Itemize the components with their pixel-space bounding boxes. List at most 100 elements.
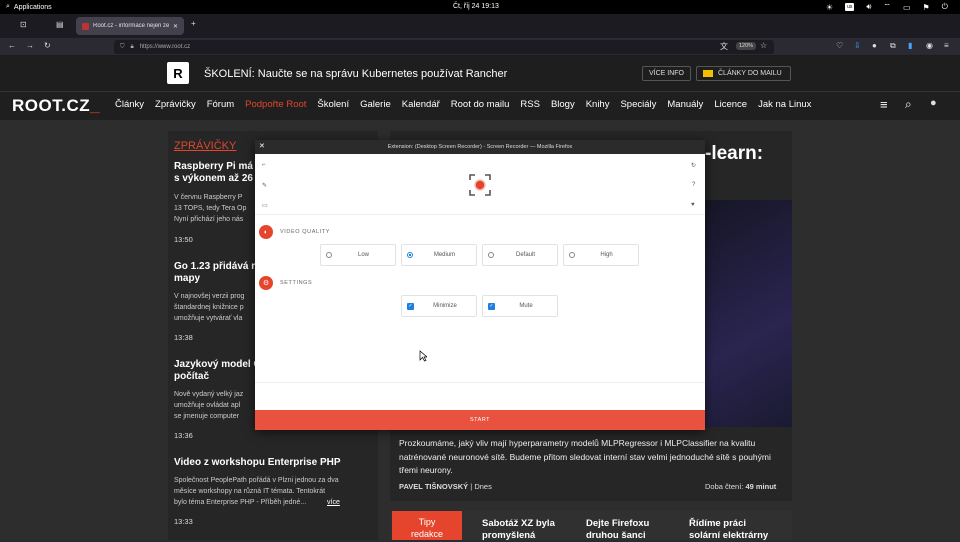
- tip-item[interactable]: Sabotáž XZ byla promyšlená: [482, 518, 572, 542]
- zoom-badge[interactable]: 120%: [736, 42, 757, 50]
- option-label: Default: [515, 252, 535, 258]
- shield-icon[interactable]: ⛉: [120, 44, 125, 51]
- menu-item-rss[interactable]: RSS: [520, 99, 540, 110]
- menu-item-licence[interactable]: Licence: [714, 99, 747, 110]
- read-time-value: 49 minut: [745, 482, 777, 491]
- news-item-time: 13:33: [174, 517, 193, 526]
- quality-option-default[interactable]: Default: [482, 244, 558, 266]
- tab-root[interactable]: Root.cz - informace nejen ze ✕: [76, 17, 184, 35]
- tab-list-icon[interactable]: ⊡: [20, 20, 27, 29]
- menu-item-knihy[interactable]: Knihy: [586, 99, 610, 110]
- menu-item-clanky[interactable]: Články: [115, 99, 144, 110]
- option-label: Mute: [519, 303, 533, 309]
- reload-icon[interactable]: ↻: [44, 41, 51, 50]
- menu-item-forum[interactable]: Fórum: [207, 99, 234, 110]
- divider: [255, 382, 705, 383]
- url-bar[interactable]: ⛉ 🔒︎ https://www.root.cz: [114, 40, 774, 54]
- menu-item-jak-na-linux[interactable]: Jak na Linux: [758, 99, 811, 110]
- more-info-button[interactable]: VÍCE INFO: [642, 66, 692, 81]
- pen-icon[interactable]: ✎: [262, 182, 267, 189]
- pocket-icon[interactable]: ♡: [836, 41, 843, 50]
- article-title[interactable]: -learn:: [705, 143, 763, 165]
- keyboard-layout[interactable]: us: [845, 3, 855, 11]
- read-time-label: Doba čtení:: [705, 482, 744, 491]
- user-icon[interactable]: ●: [930, 97, 937, 109]
- video-quality-label: VIDEO QUALITY: [280, 229, 330, 235]
- window-titlebar[interactable]: Extension: (Desktop Screen Recorder) - S…: [255, 140, 705, 154]
- article-image[interactable]: [705, 200, 792, 427]
- article-author[interactable]: PAVEL TIŠNOVSKÝ: [399, 482, 468, 491]
- mail-icon: [703, 70, 713, 77]
- wifi-icon[interactable]: ⌔: [883, 2, 891, 12]
- help-icon[interactable]: ?: [692, 182, 695, 188]
- heart-icon[interactable]: ♥: [691, 202, 695, 208]
- menu-icon[interactable]: ≡: [944, 41, 949, 50]
- record-target-icon[interactable]: [469, 174, 491, 196]
- settings-label: SETTINGS: [280, 280, 313, 286]
- system-top-bar: ⌕ Applications Čt, říj 24 19:13 ☀ us 🔊︎ …: [0, 0, 960, 14]
- back-icon[interactable]: ←: [8, 41, 16, 50]
- new-tab-icon[interactable]: +: [191, 19, 196, 28]
- menu-item-skoleni[interactable]: Školení: [317, 99, 349, 110]
- system-tray: ☀ us 🔊︎ ⌔ ▭ ⚑ ⏻: [826, 2, 948, 12]
- menu-item-galerie[interactable]: Galerie: [360, 99, 391, 110]
- read-time: Doba čtení: 49 minut: [705, 482, 776, 491]
- extension-icon[interactable]: ●: [872, 41, 877, 50]
- start-button[interactable]: START: [255, 410, 705, 430]
- article-date: Dnes: [474, 482, 492, 491]
- clock[interactable]: Čt, říj 24 19:13: [453, 3, 499, 10]
- window-title: Extension: (Desktop Screen Recorder) - S…: [387, 144, 573, 150]
- lock-icon[interactable]: 🔒︎: [131, 44, 134, 51]
- crop-icon[interactable]: ⌐: [262, 162, 266, 168]
- root-r-logo[interactable]: R: [167, 62, 189, 84]
- battery-icon[interactable]: ▭: [903, 3, 911, 12]
- tab-title: Root.cz - informace nejen ze: [93, 23, 169, 29]
- menu-item-blogy[interactable]: Blogy: [551, 99, 575, 110]
- bitwarden-icon[interactable]: ▮: [908, 41, 912, 50]
- search-icon[interactable]: ⌕: [905, 97, 912, 112]
- menu-item-kalendar[interactable]: Kalendář: [402, 99, 440, 110]
- refresh-icon[interactable]: ↻: [691, 162, 696, 169]
- applications-menu[interactable]: ⌕ Applications: [6, 3, 52, 11]
- tip-item[interactable]: Dejte Firefoxu druhou šanci: [586, 518, 676, 542]
- tip-item[interactable]: Řídíme práci solární elektrárny: [689, 518, 779, 542]
- notification-icon[interactable]: ⚑: [923, 3, 930, 12]
- menu-item-manualy[interactable]: Manuály: [667, 99, 703, 110]
- volume-icon[interactable]: 🔊︎: [866, 2, 871, 12]
- puzzle-icon[interactable]: ⧉: [890, 41, 896, 51]
- close-window-icon[interactable]: ✕: [259, 142, 265, 150]
- news-heading[interactable]: ZPRÁVIČKY: [174, 140, 236, 152]
- hamburger-icon[interactable]: ≡: [880, 97, 888, 112]
- more-link[interactable]: více: [327, 497, 340, 508]
- sidebar-icon[interactable]: ▤: [56, 20, 64, 29]
- menu-item-zpravicky[interactable]: Zprávičky: [155, 99, 196, 110]
- site-logo[interactable]: ROOT.CZ_: [12, 96, 100, 116]
- article-byline: PAVEL TIŠNOVSKÝ | Dnes: [399, 482, 492, 491]
- divider: [255, 214, 705, 215]
- option-label: Low: [357, 252, 369, 258]
- quality-option-low[interactable]: Low: [320, 244, 396, 266]
- account-icon[interactable]: ◉: [926, 41, 933, 50]
- mute-checkbox[interactable]: ✓ Mute: [482, 295, 558, 317]
- promo-text[interactable]: ŠKOLENÍ: Naučte se na správu Kubernetes …: [204, 68, 507, 80]
- window-icon[interactable]: ▭: [262, 202, 268, 209]
- newsletter-button[interactable]: ČLÁNKY DO MAILU: [696, 66, 791, 81]
- menu-item-root-do-mailu[interactable]: Root do mailu: [451, 99, 510, 110]
- quality-option-medium[interactable]: Medium: [401, 244, 477, 266]
- downloads-icon[interactable]: ⇩: [854, 41, 861, 50]
- news-item-title[interactable]: Video z workshopu Enterprise PHP: [174, 457, 374, 469]
- power-icon[interactable]: ⏻: [942, 2, 948, 12]
- menu-item-podporte[interactable]: Podpořte Root: [245, 99, 306, 110]
- quality-option-high[interactable]: High: [563, 244, 639, 266]
- forward-icon[interactable]: →: [26, 41, 34, 50]
- translate-icon[interactable]: 文: [720, 41, 728, 52]
- weather-icon[interactable]: ☀: [826, 3, 833, 12]
- news-item-time: 13:38: [174, 333, 193, 342]
- settings-gear-icon: ⚙: [259, 276, 273, 290]
- close-tab-icon[interactable]: ✕: [173, 23, 178, 30]
- minimize-checkbox[interactable]: ✓ Minimize: [401, 295, 477, 317]
- menu-item-specialy[interactable]: Speciály: [620, 99, 656, 110]
- newsletter-label: ČLÁNKY DO MAILU: [718, 70, 782, 77]
- url-text: https://www.root.cz: [139, 44, 191, 50]
- bookmark-star-icon[interactable]: ☆: [760, 41, 767, 50]
